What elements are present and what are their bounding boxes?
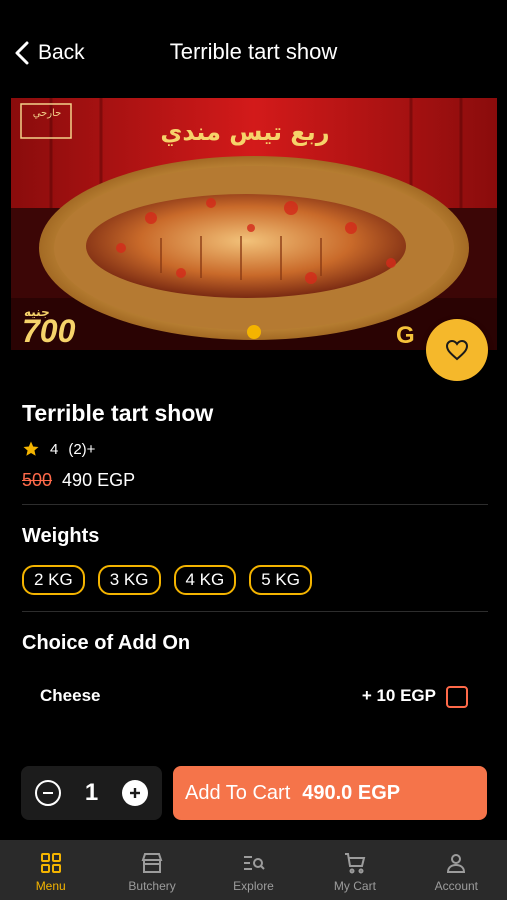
- person-icon: [447, 854, 466, 873]
- product-rating: 4 (2)+: [22, 440, 95, 458]
- grid-icon: [40, 853, 61, 873]
- addons-title: Choice of Add On: [22, 632, 191, 654]
- heart-icon: [445, 339, 469, 361]
- add-to-cart-label: Add To Cart: [185, 781, 291, 804]
- product-name: Terrible tart show: [22, 400, 214, 426]
- tab-label: Menu: [35, 879, 66, 893]
- review-count: (2)+: [68, 440, 96, 458]
- plus-icon: [129, 788, 140, 798]
- banner-logo: حارحي: [32, 108, 62, 119]
- addon-checkbox[interactable]: [446, 686, 468, 708]
- banner-brand: G: [396, 322, 415, 349]
- addon-label: Cheese: [40, 686, 101, 705]
- star-icon: [23, 441, 39, 456]
- product-price: 500 490 EGP: [22, 470, 135, 491]
- weight-options: 2 KG 3 KG 4 KG 5 KG: [22, 565, 312, 595]
- store-icon: [141, 853, 163, 873]
- divider: [22, 504, 488, 505]
- search-list-icon: [243, 856, 265, 870]
- add-to-cart-button[interactable]: Add To Cart 490.0 EGP: [173, 766, 487, 820]
- tab-label: Explore: [233, 879, 274, 893]
- tab-account[interactable]: Account: [406, 840, 507, 900]
- banner-price: 700: [22, 313, 76, 349]
- increase-quantity-button[interactable]: [121, 780, 148, 806]
- tab-label: My Cart: [333, 879, 376, 893]
- favorite-button[interactable]: [426, 319, 488, 381]
- quantity-stepper: 1: [21, 766, 162, 820]
- cart-total: 490.0 EGP: [302, 781, 401, 804]
- old-price: 500: [22, 470, 53, 490]
- weights-title: Weights: [22, 525, 100, 547]
- tab-label: Account: [434, 879, 478, 893]
- tab-my-cart[interactable]: My Cart: [304, 840, 405, 900]
- weight-option-3kg[interactable]: 3 KG: [97, 565, 161, 595]
- quantity-value: 1: [84, 779, 99, 806]
- divider: [22, 611, 488, 612]
- carousel-indicator[interactable]: [247, 325, 261, 339]
- tab-butchery[interactable]: Butchery: [101, 840, 202, 900]
- minus-icon: [43, 792, 53, 794]
- top-bar: Back Terrible tart show: [0, 0, 507, 96]
- bottom-tab-bar: Menu Butchery Explore My Cart Account: [0, 840, 507, 900]
- weight-option-4kg[interactable]: 4 KG: [173, 565, 237, 595]
- tab-label: Butchery: [128, 879, 176, 893]
- rating-value: 4: [50, 440, 59, 458]
- weight-option-2kg[interactable]: 2 KG: [22, 565, 85, 595]
- addon-price: + 10 EGP: [361, 686, 436, 705]
- tab-explore[interactable]: Explore: [203, 840, 304, 900]
- tab-menu[interactable]: Menu: [0, 840, 101, 900]
- weight-option-5kg[interactable]: 5 KG: [249, 565, 312, 595]
- addon-item-cheese[interactable]: Cheese + 10 EGP: [40, 686, 470, 710]
- banner-arabic-title: ربع تيس مندي: [160, 118, 330, 146]
- current-price: 490 EGP: [62, 470, 136, 490]
- page-title: Terrible tart show: [169, 39, 338, 64]
- decrease-quantity-button[interactable]: [35, 780, 61, 806]
- cart-icon: [344, 853, 366, 874]
